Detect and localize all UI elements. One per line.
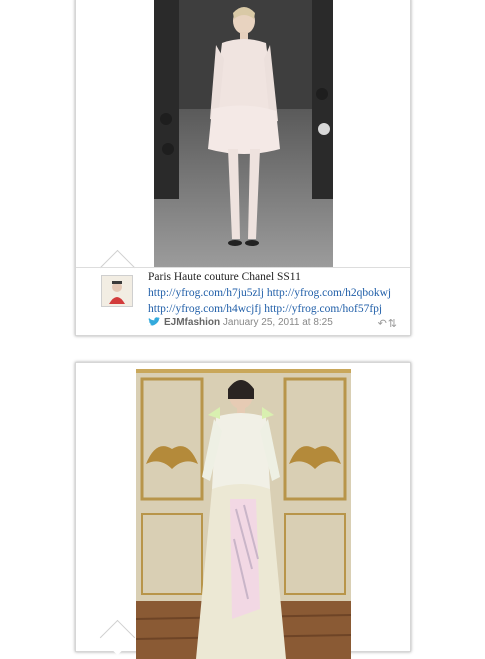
post-card-1: Paris Haute couture Chanel SS11 http://y… (75, 0, 411, 336)
runway-photo-illustration-2 (136, 369, 351, 659)
twitter-bird-icon (148, 317, 160, 326)
tweet-link-1[interactable]: http://yfrog.com/h7ju5zlj (148, 287, 264, 299)
tweet-text: Paris Haute couture Chanel SS11 http://y… (148, 269, 398, 317)
reply-icon[interactable]: ↶ (378, 318, 388, 330)
runway-photo-couture[interactable] (136, 369, 351, 659)
avatar[interactable] (101, 275, 133, 307)
tweet-timestamp[interactable]: January 25, 2011 at 8:25 (223, 317, 333, 328)
tweet-link-3[interactable]: http://yfrog.com/h4wcjfj (148, 303, 261, 315)
tweet-divider (76, 267, 410, 268)
post-card-2 (75, 362, 411, 659)
retweet-icon[interactable]: ⇅ (388, 318, 398, 330)
tweet-link-2[interactable]: http://yfrog.com/h2qbokwj (267, 287, 391, 299)
tweet-meta: EJMfashion January 25, 2011 at 8:25 ↶⇅ (148, 317, 398, 331)
speech-notch-2 (99, 619, 136, 656)
runway-photo-illustration (154, 0, 333, 268)
tweet-actions: ↶⇅ (378, 317, 398, 330)
runway-photo-chanel[interactable] (154, 0, 333, 268)
avatar-image (102, 276, 132, 306)
tweet-text-prefix: Paris Haute couture Chanel SS11 (148, 271, 301, 283)
tweet-username[interactable]: EJMfashion (164, 317, 220, 328)
tweet-link-4[interactable]: http://yfrog.com/hof57fpj (264, 303, 382, 315)
